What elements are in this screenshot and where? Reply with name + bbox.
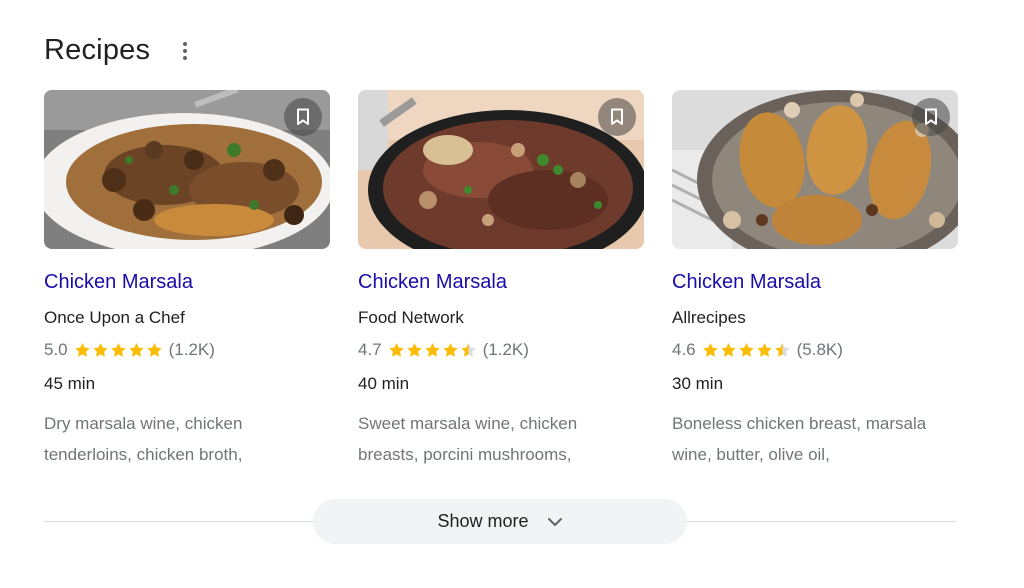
recipe-source: Allrecipes [672, 308, 746, 327]
rating-value: 5.0 [44, 340, 68, 359]
recipe-card[interactable]: Chicken Marsala Allrecipes 4.6 (5.8K) 30… [672, 90, 958, 470]
section-title: Recipes [44, 34, 151, 66]
star-icon [756, 342, 772, 357]
section-header: Recipes [44, 34, 150, 67]
star-icon [460, 342, 476, 357]
star-icon [128, 342, 144, 357]
cook-time: 45 min [44, 374, 96, 393]
review-count: (1.2K) [168, 340, 215, 359]
star-rating [388, 342, 477, 359]
recipe-title-link[interactable]: Chicken Marsala [44, 271, 330, 294]
show-more-button[interactable]: Show more [313, 499, 687, 544]
star-icon [146, 342, 162, 357]
bookmark-button[interactable] [598, 98, 636, 136]
more-vert-icon[interactable] [180, 42, 190, 62]
star-icon [406, 342, 422, 357]
divider [686, 521, 956, 522]
rating-value: 4.7 [358, 340, 382, 359]
star-rating [702, 342, 791, 359]
star-icon [702, 342, 718, 357]
divider [44, 521, 314, 522]
recipe-image[interactable] [672, 90, 958, 249]
star-icon [92, 342, 108, 357]
star-icon [388, 342, 404, 357]
bookmark-icon [925, 108, 937, 125]
cook-time: 40 min [358, 374, 410, 393]
star-icon [720, 342, 736, 357]
recipe-card[interactable]: Chicken Marsala Food Network 4.7 (1.2K) … [358, 90, 644, 470]
star-rating [74, 342, 163, 359]
rating-row: 4.7 (1.2K) [358, 340, 644, 360]
star-icon [442, 342, 458, 357]
recipe-image[interactable] [358, 90, 644, 249]
review-count: (1.2K) [482, 340, 529, 359]
bookmark-button[interactable] [912, 98, 950, 136]
recipe-title-link[interactable]: Chicken Marsala [358, 271, 644, 294]
ingredients-text: Boneless chicken breast, marsala wine, b… [672, 414, 927, 464]
bookmark-icon [297, 108, 309, 125]
bookmark-button[interactable] [284, 98, 322, 136]
ingredients-text: Sweet marsala wine, chicken breasts, por… [358, 414, 578, 464]
review-count: (5.8K) [796, 340, 843, 359]
chevron-down-icon [547, 517, 562, 526]
star-icon [424, 342, 440, 357]
recipe-source: Once Upon a Chef [44, 308, 185, 327]
rating-row: 5.0 (1.2K) [44, 340, 330, 360]
star-icon [738, 342, 754, 357]
rating-row: 4.6 (5.8K) [672, 340, 958, 360]
rating-value: 4.6 [672, 340, 696, 359]
recipe-source: Food Network [358, 308, 464, 327]
cook-time: 30 min [672, 374, 724, 393]
bookmark-icon [611, 108, 623, 125]
show-more-label: Show more [437, 511, 529, 531]
recipe-image[interactable] [44, 90, 330, 249]
star-icon [774, 342, 790, 357]
star-icon [110, 342, 126, 357]
recipe-title-link[interactable]: Chicken Marsala [672, 271, 958, 294]
recipe-cards: Chicken Marsala Once Upon a Chef 5.0 (1.… [44, 90, 958, 470]
ingredients-text: Dry marsala wine, chicken tenderloins, c… [44, 414, 243, 464]
star-icon [74, 342, 90, 357]
recipe-card[interactable]: Chicken Marsala Once Upon a Chef 5.0 (1.… [44, 90, 330, 470]
